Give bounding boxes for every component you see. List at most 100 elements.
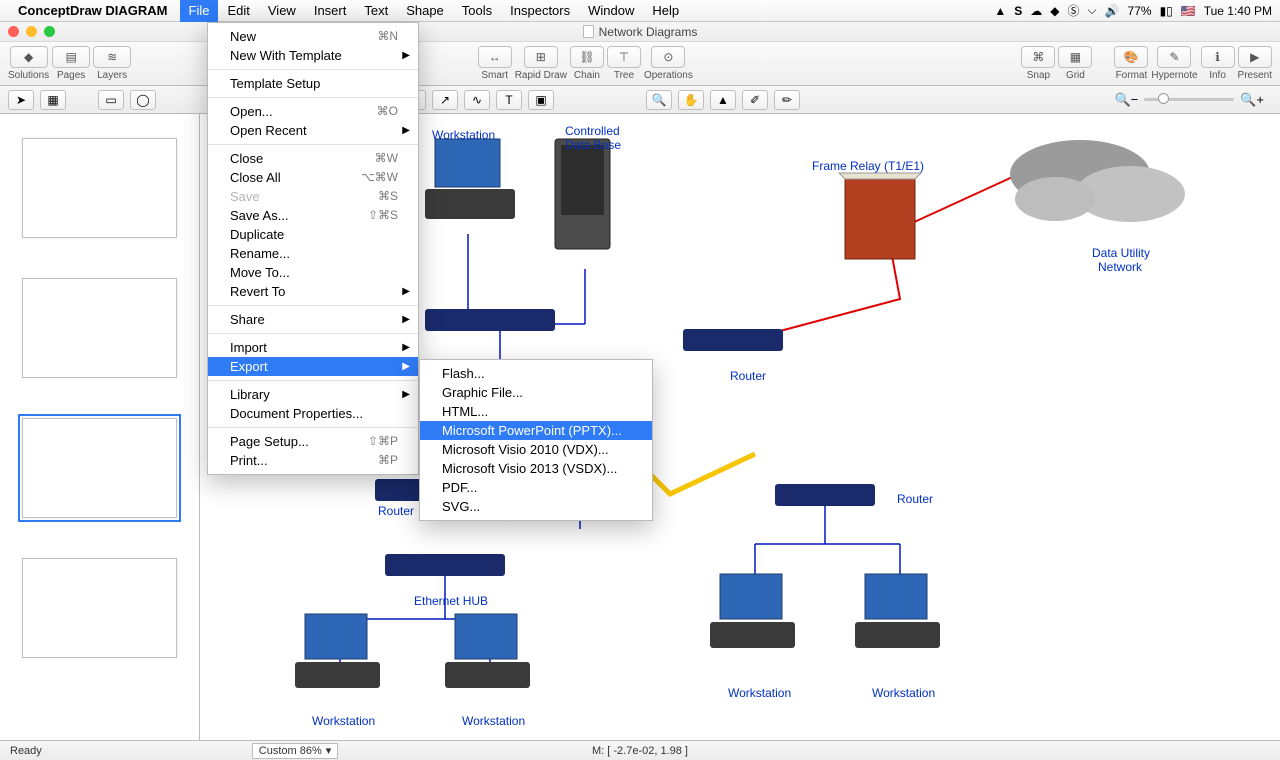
- text-tool[interactable]: T: [496, 90, 522, 110]
- page-thumb-2[interactable]: [22, 278, 177, 378]
- menu-text[interactable]: Text: [355, 0, 397, 22]
- skype-icon[interactable]: Ⓢ: [1067, 2, 1079, 19]
- vlc-icon[interactable]: ▲: [994, 4, 1006, 18]
- zoom-out-icon[interactable]: 🔍−: [1114, 92, 1138, 108]
- zoom-track[interactable]: [1144, 98, 1234, 101]
- export-submenu-dropdown[interactable]: Flash...Graphic File...HTML...Microsoft …: [419, 359, 653, 521]
- status-ready: Ready: [10, 745, 42, 757]
- diamond-icon[interactable]: ◆: [1050, 4, 1059, 18]
- menu-help[interactable]: Help: [643, 0, 688, 22]
- export-menu-item[interactable]: Microsoft Visio 2013 (VSDX)...: [420, 459, 652, 478]
- grid-button[interactable]: ▦Grid: [1058, 46, 1092, 81]
- marquee-tool[interactable]: ▦: [40, 90, 66, 110]
- export-menu-item[interactable]: Flash...: [420, 364, 652, 383]
- cloud-icon[interactable]: ☁: [1030, 4, 1042, 18]
- clock[interactable]: Tue 1:40 PM: [1204, 4, 1272, 18]
- tools-bar: ➤ ▦ ▭ ◯ ✎ ／ ↗ ∿ T ▣ 🔍 ✋ ▲ ✐ ✏ 🔍− 🔍+: [0, 86, 1280, 114]
- chain-button[interactable]: ⛓Chain: [570, 46, 604, 81]
- menu-file[interactable]: File: [180, 0, 219, 22]
- tree-button[interactable]: ⊤Tree: [607, 46, 641, 81]
- file-menu-item[interactable]: Move To...: [208, 263, 418, 282]
- file-menu-item[interactable]: Page Setup...⇧⌘P: [208, 432, 418, 451]
- file-menu-item[interactable]: New With Template▶: [208, 46, 418, 65]
- format-icon: 🎨: [1114, 46, 1148, 68]
- rapiddraw-button[interactable]: ⊞Rapid Draw: [515, 46, 567, 81]
- file-menu-item[interactable]: Library▶: [208, 385, 418, 404]
- s-icon[interactable]: S: [1014, 4, 1022, 18]
- eraser-tool[interactable]: ✏: [774, 90, 800, 110]
- file-menu-item[interactable]: Revert To▶: [208, 282, 418, 301]
- layers-icon: ≋: [93, 46, 131, 68]
- ellipse-tool[interactable]: ◯: [130, 90, 156, 110]
- page-thumb-3[interactable]: [22, 418, 177, 518]
- menu-shape[interactable]: Shape: [397, 0, 453, 22]
- flag-icon[interactable]: 🇺🇸: [1181, 4, 1196, 18]
- solutions-icon: ◆: [10, 46, 48, 68]
- export-menu-item[interactable]: SVG...: [420, 497, 652, 516]
- menu-edit[interactable]: Edit: [218, 0, 258, 22]
- zoom-in-icon[interactable]: 🔍+: [1240, 92, 1264, 108]
- file-menu-item[interactable]: Template Setup: [208, 74, 418, 93]
- volume-icon[interactable]: 🔊: [1105, 4, 1120, 18]
- format-button[interactable]: 🎨Format: [1114, 46, 1148, 81]
- file-menu-item[interactable]: Close⌘W: [208, 149, 418, 168]
- battery-icon[interactable]: ▮▯: [1160, 4, 1173, 18]
- file-menu-item[interactable]: Export▶: [208, 357, 418, 376]
- menu-window[interactable]: Window: [579, 0, 643, 22]
- pointer-tool[interactable]: ➤: [8, 90, 34, 110]
- hypernote-button[interactable]: ✎Hypernote: [1151, 46, 1197, 81]
- pan-tool[interactable]: ✋: [678, 90, 704, 110]
- minimize-window-button[interactable]: [26, 26, 37, 37]
- shape-tool[interactable]: ▣: [528, 90, 554, 110]
- export-menu-item[interactable]: PDF...: [420, 478, 652, 497]
- layers-button[interactable]: ≋Layers: [93, 46, 131, 81]
- file-menu-item[interactable]: Import▶: [208, 338, 418, 357]
- file-menu-item[interactable]: Open Recent▶: [208, 121, 418, 140]
- page-thumb-1[interactable]: [22, 138, 177, 238]
- smart-button[interactable]: ↔Smart: [478, 46, 512, 81]
- info-button[interactable]: ℹInfo: [1201, 46, 1235, 81]
- file-menu-item[interactable]: Rename...: [208, 244, 418, 263]
- close-window-button[interactable]: [8, 26, 19, 37]
- present-button[interactable]: ▶Present: [1238, 46, 1272, 81]
- file-menu-item[interactable]: Document Properties...: [208, 404, 418, 423]
- file-menu-item[interactable]: Open...⌘O: [208, 102, 418, 121]
- lbl-ws-r1: Workstation: [728, 686, 791, 700]
- menu-tools[interactable]: Tools: [453, 0, 501, 22]
- operations-button[interactable]: ⊙Operations: [644, 46, 693, 81]
- menu-view[interactable]: View: [259, 0, 305, 22]
- file-menu-item[interactable]: Close All⌥⌘W: [208, 168, 418, 187]
- zoom-thumb[interactable]: [1158, 93, 1169, 104]
- snap-button[interactable]: ⌘Snap: [1021, 46, 1055, 81]
- curve-tool[interactable]: ∿: [464, 90, 490, 110]
- file-menu-item[interactable]: Save As...⇧⌘S: [208, 206, 418, 225]
- export-menu-item[interactable]: Microsoft Visio 2010 (VDX)...: [420, 440, 652, 459]
- traffic-lights: [8, 26, 55, 37]
- rect-tool[interactable]: ▭: [98, 90, 124, 110]
- file-menu-item[interactable]: Duplicate: [208, 225, 418, 244]
- file-menu-item[interactable]: Print...⌘P: [208, 451, 418, 470]
- wifi-icon[interactable]: ⌵: [1087, 3, 1096, 18]
- file-menu-item[interactable]: New⌘N: [208, 27, 418, 46]
- export-menu-item[interactable]: Graphic File...: [420, 383, 652, 402]
- tree-icon: ⊤: [607, 46, 641, 68]
- page-thumb-4[interactable]: [22, 558, 177, 658]
- export-menu-item[interactable]: HTML...: [420, 402, 652, 421]
- zoom-window-button[interactable]: [44, 26, 55, 37]
- menu-inspectors[interactable]: Inspectors: [501, 0, 579, 22]
- file-menu-item[interactable]: Share▶: [208, 310, 418, 329]
- eyedropper-tool[interactable]: ✐: [742, 90, 768, 110]
- file-menu-dropdown[interactable]: New⌘NNew With Template▶ Template Setup Ope…: [207, 22, 419, 475]
- thumbnail-panel[interactable]: [0, 114, 200, 740]
- zoom-readout[interactable]: Custom 86%▾: [252, 743, 339, 759]
- fill-tool[interactable]: ▲: [710, 90, 736, 110]
- rapiddraw-icon: ⊞: [524, 46, 558, 68]
- zoom-in-tool[interactable]: 🔍: [646, 90, 672, 110]
- connector-tool[interactable]: ↗: [432, 90, 458, 110]
- hypernote-icon: ✎: [1157, 46, 1191, 68]
- menu-insert[interactable]: Insert: [305, 0, 356, 22]
- zoom-slider[interactable]: 🔍− 🔍+: [1114, 92, 1264, 108]
- pages-button[interactable]: ▤Pages: [52, 46, 90, 81]
- solutions-button[interactable]: ◆Solutions: [8, 46, 49, 81]
- export-menu-item[interactable]: Microsoft PowerPoint (PPTX)...: [420, 421, 652, 440]
